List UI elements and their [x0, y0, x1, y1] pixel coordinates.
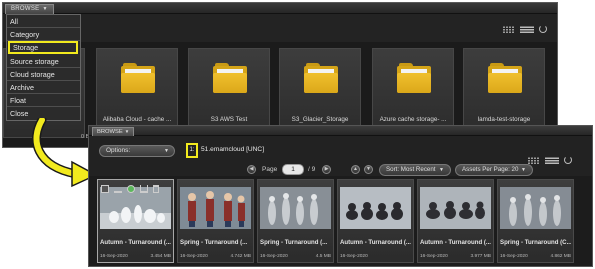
refresh-icon[interactable]: [539, 25, 547, 33]
front-view-controls: [528, 156, 572, 164]
front-browse-window: BROWSE ▼ Options: ▼ 1: 51.emamcloud [UNC]…: [88, 125, 593, 267]
asset-date: 16-Sep-2020: [420, 254, 448, 259]
asset-card[interactable]: Spring - Turnaround (... 16-Sep-2020 4.5…: [257, 179, 334, 263]
browse-dropdown-menu: All Category Storage Source storage Clou…: [6, 14, 81, 121]
asset-name: Autumn - Turnaround (...: [100, 239, 171, 246]
asset-thumbnail[interactable]: [420, 187, 491, 229]
menu-item-all[interactable]: All: [7, 15, 80, 28]
menu-item-archive[interactable]: Archive: [7, 81, 80, 94]
asset-name: Autumn - Turnaround (...: [340, 239, 411, 246]
asset-name: Spring - Turnaround (C...: [500, 239, 571, 246]
asset-thumbnail[interactable]: [180, 187, 251, 229]
front-toolbar: Options: ▼ 1: 51.emamcloud [UNC] ◀ Page …: [89, 136, 592, 176]
back-view-controls: [503, 25, 547, 33]
asset-size: 4.5 MB: [315, 254, 331, 259]
asset-card[interactable]: Autumn - Turnaround (... 16-Sep-2020 3.9…: [417, 179, 494, 263]
asset-toolbar: [101, 185, 159, 193]
checkbox-icon[interactable]: [101, 185, 109, 193]
options-label: Options:: [106, 147, 131, 154]
asset-size: 3.977 MB: [470, 254, 491, 259]
refresh-icon[interactable]: [564, 156, 572, 164]
asset-date: 16-Sep-2020: [180, 254, 208, 259]
list-view-icon[interactable]: [520, 25, 534, 33]
folder-name: Alibaba Cloud - cache ...: [102, 116, 172, 123]
menu-item-source-storage[interactable]: Source storage: [7, 55, 80, 68]
sort-up-icon[interactable]: ▲: [351, 165, 360, 174]
menu-item-storage[interactable]: Storage: [8, 41, 78, 54]
folder-name: S3_Glacier_Storage: [291, 116, 349, 123]
folder-icon: [397, 63, 431, 93]
storage-path: 51.emamcloud [UNC]: [201, 146, 265, 153]
back-titlebar: BROWSE ▼: [3, 3, 557, 14]
asset-size: 4.862 MB: [550, 254, 571, 259]
asset-card[interactable]: Spring - Turnaround (... 16-Sep-2020 4.7…: [177, 179, 254, 263]
front-browse-tab-label: BROWSE: [97, 129, 123, 135]
chevron-down-icon: ▼: [164, 148, 169, 154]
asset-size: 3.454 MB: [150, 254, 171, 259]
share-icon[interactable]: [127, 185, 135, 193]
folder-icon: [213, 63, 247, 93]
asset-name: Spring - Turnaround (...: [180, 239, 248, 246]
sort-down-icon[interactable]: ▼: [364, 165, 373, 174]
asset-date: 16-Sep-2020: [340, 254, 368, 259]
front-browse-tab[interactable]: BROWSE ▼: [92, 127, 135, 136]
asset-name: Autumn - Turnaround (...: [420, 239, 491, 246]
next-page-icon[interactable]: ▶: [322, 165, 331, 174]
asset-thumbnail[interactable]: [100, 187, 171, 229]
chevron-down-icon: ▼: [42, 6, 48, 12]
prev-page-icon[interactable]: ◀: [247, 165, 256, 174]
sort-dropdown[interactable]: Sort: Most Recent ▼: [379, 164, 451, 176]
asset-size: 4.742 MB: [230, 254, 251, 259]
chevron-down-icon: ▼: [124, 129, 130, 134]
sort-label: Sort: Most Recent: [386, 166, 436, 173]
options-dropdown[interactable]: Options: ▼: [99, 145, 175, 157]
screenshot-stage: BROWSE ▼ Alibaba Cloud - cache ... S3 AWS…: [0, 0, 595, 269]
folder-icon: [121, 63, 155, 93]
asset-date: 16-Sep-2020: [500, 254, 528, 259]
back-browse-tab[interactable]: BROWSE ▼: [5, 4, 54, 14]
folder-name: lamda-test-storage: [477, 116, 531, 123]
menu-item-category[interactable]: Category: [7, 28, 80, 41]
asset-thumbnail[interactable]: [260, 187, 331, 229]
assets-per-page-dropdown[interactable]: Assets Per Page: 20 ▼: [455, 164, 533, 176]
grid-view-icon[interactable]: [503, 25, 515, 33]
list-view-icon[interactable]: [545, 156, 559, 164]
chevron-down-icon: ▼: [521, 167, 526, 173]
chevron-down-icon: ▼: [439, 167, 444, 173]
asset-date: 16-Sep-2020: [260, 254, 288, 259]
download-icon[interactable]: [114, 185, 122, 193]
transfer-icon[interactable]: [140, 185, 148, 193]
delete-icon[interactable]: [153, 185, 159, 193]
assets-per-page-label: Assets Per Page: 20: [462, 166, 519, 173]
grid-view-icon[interactable]: [528, 156, 540, 164]
asset-date: 16-Sep-2020: [100, 254, 128, 259]
folder-icon: [304, 63, 338, 93]
menu-item-float[interactable]: Float: [7, 94, 80, 107]
folder-name: S3 AWS Test: [210, 116, 248, 123]
folder-name: Azure cache storage- ...: [379, 116, 447, 123]
folder-icon: [488, 63, 522, 93]
asset-card[interactable]: Autumn - Turnaround (... 16-Sep-2020 3.4…: [97, 179, 174, 263]
page-number-input[interactable]: 1: [282, 164, 304, 175]
asset-thumbnail[interactable]: [500, 187, 571, 229]
menu-item-cloud-storage[interactable]: Cloud storage: [7, 68, 80, 81]
front-titlebar: BROWSE ▼: [89, 126, 592, 136]
back-toolbar: [3, 14, 557, 42]
asset-thumbnail[interactable]: [340, 187, 411, 229]
asset-card[interactable]: Autumn - Turnaround (... 16-Sep-2020: [337, 179, 414, 263]
page-total: / 9: [308, 166, 316, 173]
asset-name: Spring - Turnaround (...: [260, 239, 328, 246]
back-browse-tab-label: BROWSE: [11, 6, 40, 12]
page-label: Page: [262, 166, 278, 173]
asset-card[interactable]: Spring - Turnaround (C... 16-Sep-2020 4.…: [497, 179, 574, 263]
path-index[interactable]: 1:: [186, 143, 198, 158]
